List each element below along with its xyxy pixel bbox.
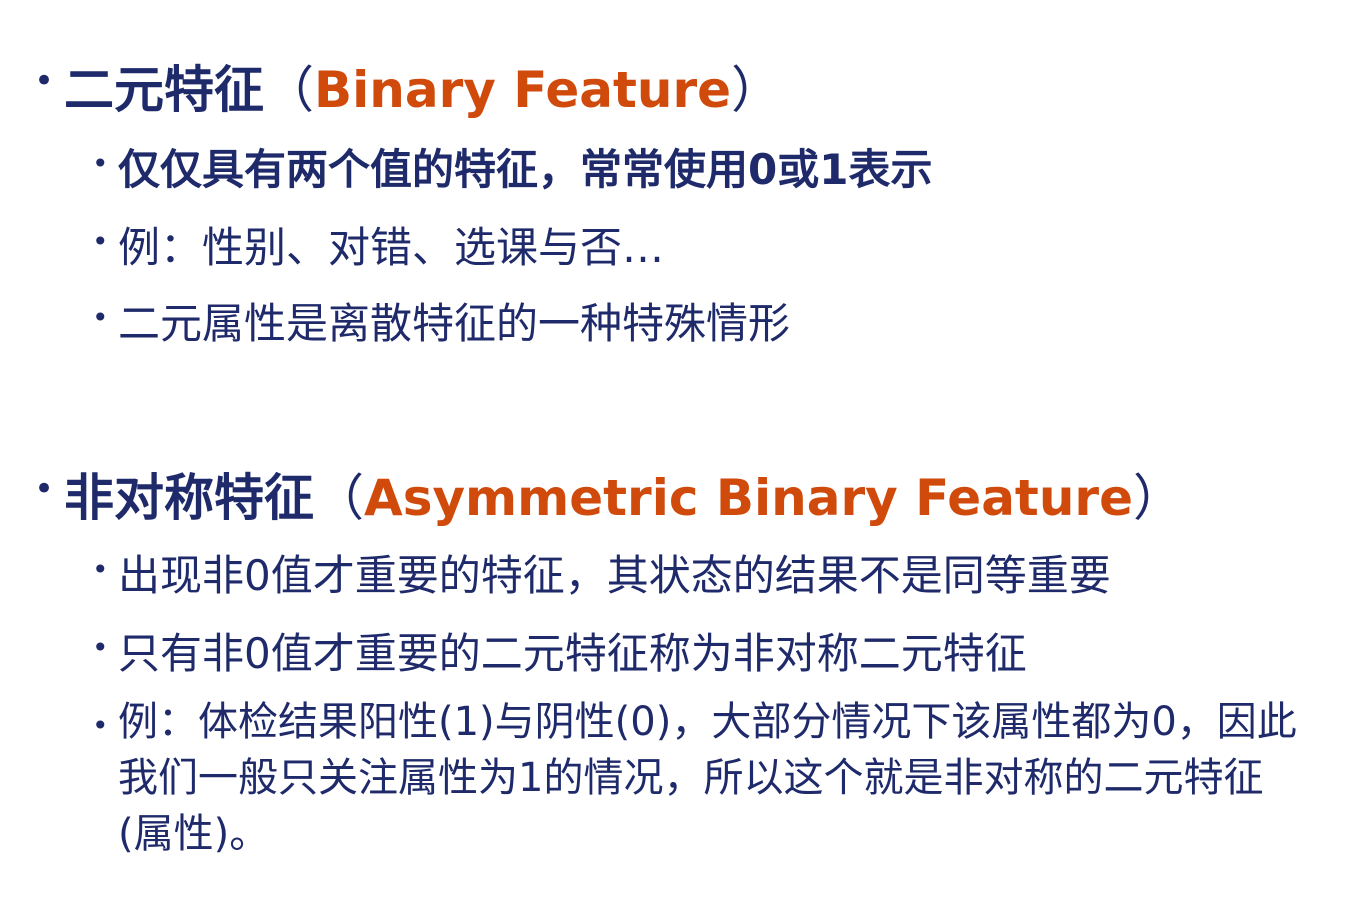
bullet-dot: •: [92, 225, 109, 258]
bullet-dot: •: [92, 301, 109, 334]
section2-point-1: 出现非0值才重要的特征，其状态的结果不是同等重要: [118, 551, 1111, 600]
section1-paren-close: ）: [731, 61, 782, 119]
bullet-dot: •: [92, 709, 109, 742]
section1-heading: 二元特征（Binary Feature）: [64, 50, 781, 122]
section2-point-2: 只有非0值才重要的二元特征称为非对称二元特征: [118, 629, 1027, 678]
bullet-dot: •: [34, 469, 55, 509]
slide: • 二元特征（Binary Feature） • 仅仅具有两个值的特征，常常使用…: [0, 0, 1352, 906]
bullet-dot: •: [34, 61, 55, 101]
section2-title-en: Asymmetric Binary Feature: [364, 469, 1133, 527]
section1-point-3: 二元属性是离散特征的一种特殊情形: [118, 299, 791, 348]
section2-paren-close: ）: [1133, 469, 1183, 527]
section2-paren-open: （: [314, 469, 364, 527]
section2-point-3: 例：体检结果阳性(1)与阴性(0)，大部分情况下该属性都为0，因此我们一般只关注…: [118, 699, 1297, 857]
bullet-dot: •: [92, 147, 109, 180]
section1-paren-open: （: [264, 61, 314, 119]
section1-title-en: Binary Feature: [314, 61, 732, 119]
section1-point-2: 例：性别、对错、选课与否…: [118, 223, 665, 272]
section2-title-cn: 非对称特征: [64, 469, 314, 527]
section1-point-1: 仅仅具有两个值的特征，常常使用0或1表示: [118, 145, 933, 194]
section1-title-cn: 二元特征: [64, 61, 264, 119]
bullet-dot: •: [92, 631, 109, 664]
section2-heading: 非对称特征（Asymmetric Binary Feature）: [64, 458, 1183, 530]
bullet-dot: •: [92, 553, 109, 586]
